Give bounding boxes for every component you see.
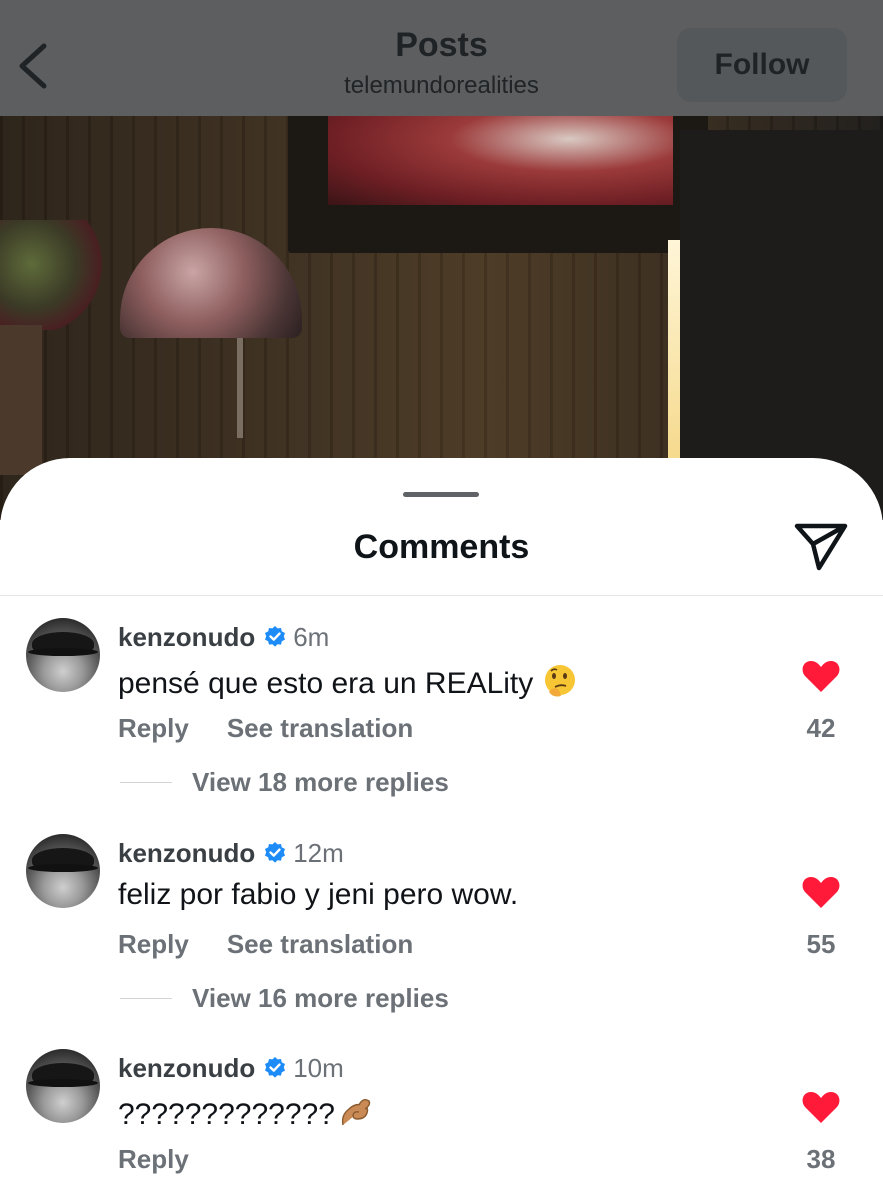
comment-text: feliz por fabio y jeni pero wow. xyxy=(118,878,519,911)
view-replies-button[interactable]: View 18 more replies xyxy=(120,764,449,800)
top-bar: Posts telemundorealities Follow xyxy=(0,0,883,116)
avatar[interactable] xyxy=(26,834,100,908)
reply-button[interactable]: Reply xyxy=(118,929,189,960)
like-count: 38 xyxy=(806,1144,836,1174)
comment-time: 12m xyxy=(293,837,344,868)
view-replies-button[interactable]: View 16 more replies xyxy=(120,980,449,1016)
comment-item: kenzonudo 12m feliz por fabio y jeni per… xyxy=(0,834,883,1034)
reply-button[interactable]: Reply xyxy=(118,713,189,744)
follow-button[interactable]: Follow xyxy=(677,28,847,102)
reply-button[interactable]: Reply xyxy=(118,1144,189,1175)
heart-icon[interactable] xyxy=(801,658,841,694)
comment-item: kenzonudo 10m ????????????? Reply 38 xyxy=(0,1049,883,1199)
avatar[interactable] xyxy=(26,618,100,692)
pinched-fingers-icon xyxy=(341,1098,371,1126)
heart-icon[interactable] xyxy=(801,874,841,910)
verified-badge-icon xyxy=(265,626,286,647)
like-control: 38 xyxy=(796,1089,846,1199)
avatar[interactable] xyxy=(26,1049,100,1123)
like-count: 42 xyxy=(806,713,836,743)
comment-item: kenzonudo 6m pensé que esto era un REALi… xyxy=(0,618,883,818)
comment-body: pensé que esto era un REALity xyxy=(118,667,534,700)
see-translation-button[interactable]: See translation xyxy=(227,929,413,960)
comment-time: 10m xyxy=(293,1052,344,1083)
verified-badge-icon xyxy=(265,1057,286,1078)
comment-username[interactable]: kenzonudo xyxy=(118,622,255,653)
sheet-title: Comments xyxy=(353,528,530,566)
comment-text: pensé que esto era un REALity xyxy=(118,662,579,701)
like-count: 55 xyxy=(806,929,836,959)
see-translation-button[interactable]: See translation xyxy=(227,713,413,744)
comment-text: ????????????? xyxy=(118,1093,375,1132)
verified-badge-icon xyxy=(265,842,286,863)
view-replies-label: View 16 more replies xyxy=(192,982,449,1013)
comment-body: ????????????? xyxy=(118,1098,335,1131)
like-control: 42 xyxy=(796,658,846,768)
view-replies-label: View 18 more replies xyxy=(192,766,449,797)
thinking-face-icon xyxy=(545,665,576,697)
comments-sheet: Comments kenzonudo 6m pensé que esto era… xyxy=(0,458,883,1200)
divider xyxy=(0,595,883,596)
sheet-grabber[interactable] xyxy=(403,492,479,497)
comment-username[interactable]: kenzonudo xyxy=(118,838,255,869)
comment-username[interactable]: kenzonudo xyxy=(118,1053,255,1084)
like-control: 55 xyxy=(796,874,846,984)
send-icon[interactable] xyxy=(793,520,849,572)
heart-icon[interactable] xyxy=(801,1089,841,1125)
comment-time: 6m xyxy=(293,621,330,652)
